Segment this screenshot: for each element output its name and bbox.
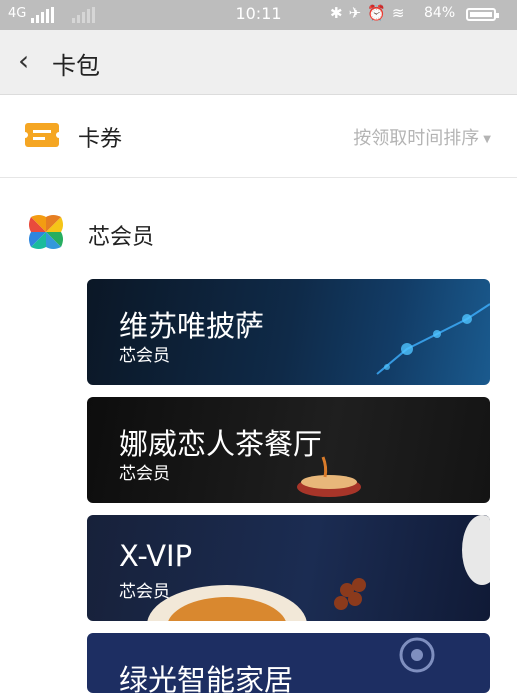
coupon-ticket-icon (22, 123, 62, 147)
card-title: 娜威恋人茶餐厅 (119, 427, 323, 461)
back-arrow-icon[interactable]: ‹ (18, 44, 29, 77)
member-card[interactable]: 维苏唯披萨 芯会员 (87, 279, 490, 385)
sort-dropdown[interactable]: 按领取时间排序 ▼ (353, 124, 491, 150)
card-title: X-VIP (119, 539, 193, 573)
wifi-icon: ≋ (391, 4, 411, 22)
coupon-section[interactable]: 卡券 按领取时间排序 ▼ (0, 95, 517, 178)
member-section-header[interactable]: 芯会员 (0, 177, 517, 277)
card-subtitle: 芯会员 (119, 346, 170, 366)
card-title: 绿光智能家居 (119, 663, 294, 693)
status-bar: 4G 10:11 ✱✈⏰≋ 84% (0, 0, 517, 30)
status-icons: ✱✈⏰≋ (330, 4, 410, 22)
card-subtitle: 芯会员 (119, 464, 170, 484)
page-title: 卡包 (52, 52, 100, 80)
member-card[interactable]: 绿光智能家居 (87, 633, 490, 693)
nav-bar: ‹ 卡包 (0, 30, 517, 95)
battery-percent: 84% (424, 5, 456, 21)
member-card[interactable]: 娜威恋人茶餐厅 芯会员 (87, 397, 490, 503)
xin-member-logo-icon (29, 215, 63, 249)
battery-icon (466, 8, 499, 21)
card-subtitle: 芯会员 (119, 582, 170, 602)
bluetooth-icon: ✱ (330, 4, 349, 22)
member-section-label: 芯会员 (88, 225, 155, 250)
alarm-icon: ⏰ (367, 4, 392, 22)
sort-label: 按领取时间排序 (353, 128, 480, 149)
coupon-label: 卡券 (78, 127, 123, 152)
member-card[interactable]: X-VIP 芯会员 (87, 515, 490, 621)
mute-icon: ✈ (348, 4, 368, 22)
dropdown-caret-icon: ▼ (483, 133, 491, 145)
card-title: 维苏唯披萨 (119, 309, 265, 343)
